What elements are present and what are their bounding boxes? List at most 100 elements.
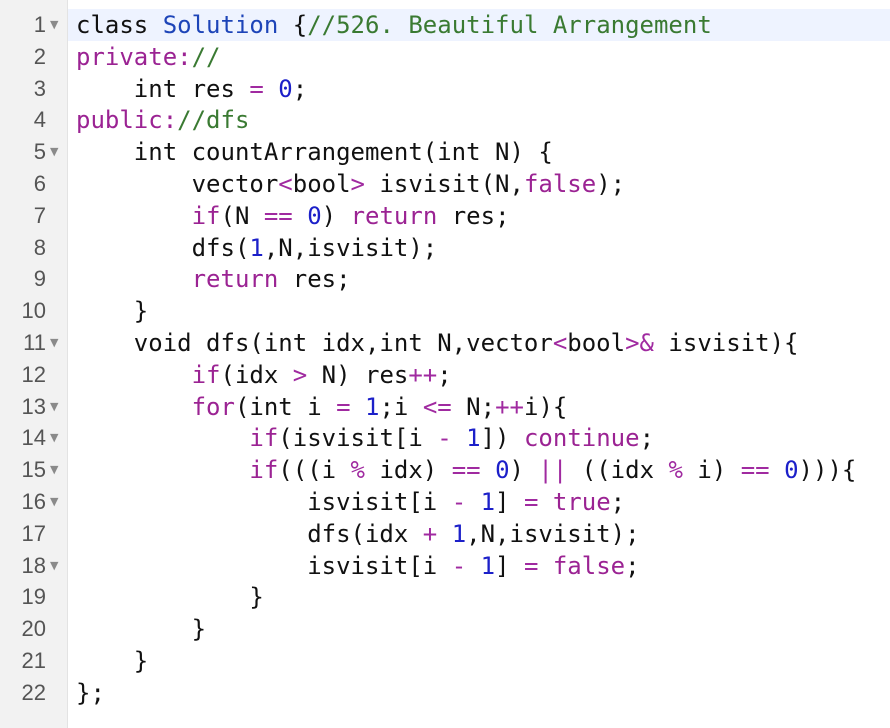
code-token: //dfs [177,106,250,135]
code-text: for(int i = 1;i <= N;++i){ [76,391,568,423]
code-line[interactable]: 7 if(N == 0) return res; [0,200,890,232]
code-line[interactable]: 20 } [0,613,890,645]
code-token: == [263,201,293,230]
code-text: void dfs(int idx,int N,vector<bool>& isv… [76,327,799,359]
code-token: } [76,647,149,675]
code-text: }; [76,677,105,709]
code-token: > [350,170,365,198]
line-number: 5 [33,139,46,165]
code-token: ; [292,74,308,103]
code-token: < [552,329,568,357]
line-number: 11 [23,330,46,355]
code-line[interactable]: 1 ▼ class Solution {//526. Beautiful Arran… [0,9,890,41]
code-line[interactable]: 9 return res; [0,263,890,295]
line-number: 9 [33,266,46,292]
code-text: vector<bool> isvisit(N,false); [76,168,626,200]
code-token: ) [509,456,539,485]
code-token: class [76,11,163,39]
code-line[interactable]: 13 ▼ for(int i = 1;i <= N;++i){ [0,391,890,423]
code-line[interactable]: 22}; [0,677,890,709]
line-number: 13 [21,393,46,419]
code-token: ,N,isvisit); [263,233,438,262]
code-line[interactable]: 12 if(idx > N) res++; [0,359,890,391]
code-token: } [76,297,149,326]
code-text: private:// [76,41,221,73]
code-line[interactable]: 4 public://dfs [0,104,890,136]
code-line[interactable]: 19 } [0,581,890,613]
code-editor[interactable]: 1 ▼ class Solution {//526. Beautiful Arran… [0,0,890,728]
code-line[interactable]: 14 ▼ if(isvisit[i - 1]) continue; [0,422,890,454]
code-token: res; [278,265,351,294]
code-token: if [191,360,221,389]
code-line[interactable]: 3 int res = 0; [0,73,890,105]
code-token: bool [567,329,626,357]
code-token: isvisit[i [76,551,452,580]
code-token: public: [76,106,178,135]
chevron-down-icon[interactable]: ▼ [50,550,58,582]
code-token: } [76,615,207,644]
code-token: return [350,201,438,230]
chevron-down-icon[interactable]: ▼ [50,9,58,41]
line-number: 17 [21,520,46,546]
line-number: 14 [21,425,46,451]
code-line[interactable]: 11 ▼ void dfs(int idx,int N,vector<bool>&… [0,327,890,359]
code-token: 0 [495,456,510,485]
line-number: 8 [33,234,46,260]
chevron-down-icon[interactable]: ▼ [50,327,58,359]
chevron-down-icon[interactable]: ▼ [50,422,58,454]
code-token: if [249,456,279,485]
code-line[interactable]: 5 ▼ int countArrangement(int N) { [0,136,890,168]
code-line[interactable]: 18 ▼ isvisit[i - 1] = false; [0,550,890,582]
code-token: ))){ [798,456,857,485]
code-token: isvisit){ [653,329,799,357]
code-token: == [451,456,481,485]
code-line[interactable]: 16 ▼ isvisit[i - 1] = true; [0,486,890,518]
code-token: int countArrangement(int N) { [76,138,553,167]
code-line[interactable]: 6 vector<bool> isvisit(N,false); [0,168,890,200]
code-text: int res = 0; [76,73,307,105]
code-token: N; [451,392,496,421]
code-token: 1 [451,519,467,548]
line-number: 2 [33,43,46,69]
code-line[interactable]: 8 dfs(1,N,isvisit); [0,232,890,264]
code-line[interactable]: 2 private:// [0,41,890,73]
code-token: (isvisit[i [278,424,438,453]
chevron-down-icon[interactable]: ▼ [50,454,58,486]
code-text: dfs(1,N,isvisit); [76,232,438,264]
code-token: 1 [480,488,496,516]
code-token: % [668,456,683,485]
code-token: (int i [234,392,337,421]
code-token: continue [523,424,640,453]
code-text: } [76,645,148,677]
code-line[interactable]: 10 } [0,295,890,327]
code-token: - [451,488,467,516]
code-token: ; [625,551,640,580]
code-token: ) [321,201,351,230]
code-token: }; [76,678,105,707]
chevron-down-icon[interactable]: ▼ [50,136,58,168]
code-token: ;i [379,392,423,421]
code-token: ,N,isvisit); [466,519,640,548]
chevron-down-icon[interactable]: ▼ [50,486,58,518]
code-token: // [191,42,221,71]
code-text: } [76,295,148,327]
code-text: dfs(idx + 1,N,isvisit); [76,518,640,550]
code-token: 1 [365,392,380,421]
code-line[interactable]: 17 dfs(idx + 1,N,isvisit); [0,518,890,550]
code-token: idx) [365,456,452,485]
code-text: if(N == 0) return res; [76,200,510,232]
code-text: return res; [76,263,351,295]
chevron-down-icon[interactable]: ▼ [50,391,58,423]
code-token: 1 [480,551,496,580]
code-line[interactable]: 15 ▼ if(((i % idx) == 0) || ((idx % i) ==… [0,454,890,486]
code-line[interactable]: 21 } [0,645,890,677]
code-text: public://dfs [76,104,249,136]
code-token: < [278,170,293,198]
